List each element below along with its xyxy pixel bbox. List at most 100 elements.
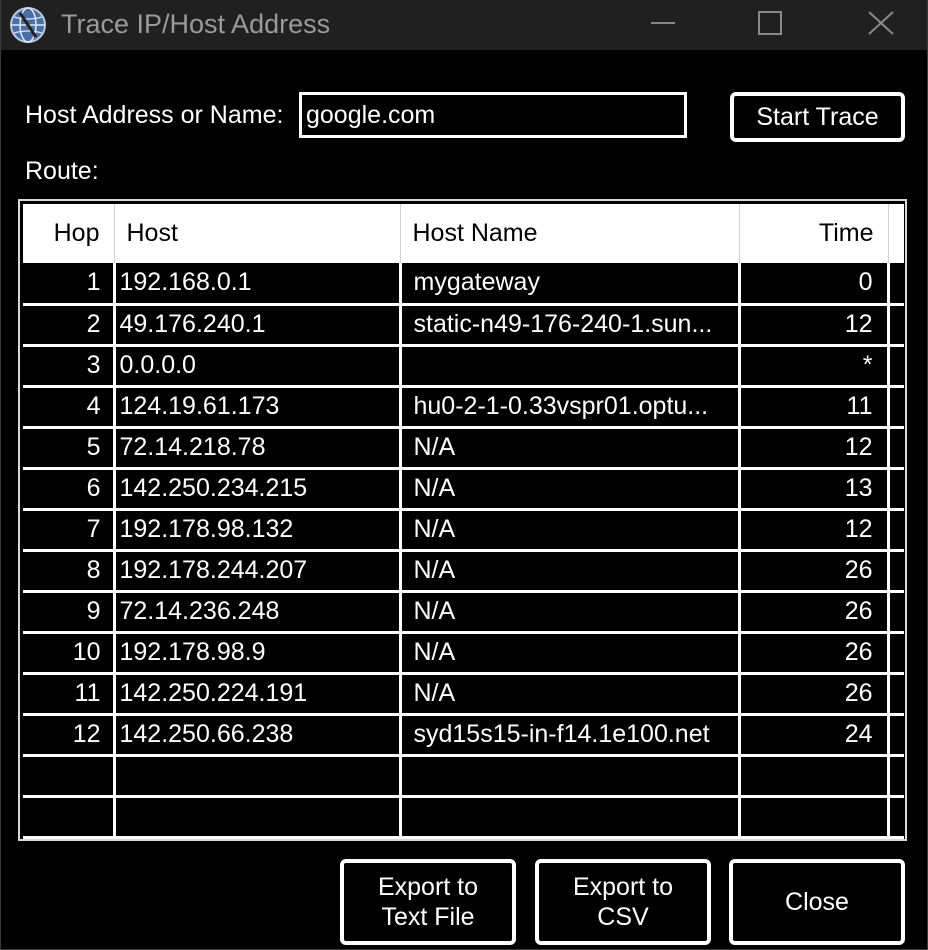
table-row[interactable]: 1 192.168.0.1 mygateway 0: [23, 263, 904, 306]
row-filler: [888, 714, 904, 757]
empty-cell: [23, 755, 116, 798]
hop-cell: 1: [23, 263, 116, 306]
row-filler: [888, 427, 904, 470]
host-cell: 49.176.240.1: [114, 304, 402, 347]
row-filler: [888, 591, 904, 634]
host-name-cell: N/A: [400, 591, 741, 634]
close-icon[interactable]: [841, 0, 921, 50]
export-text-file-button[interactable]: Export to Text File: [340, 859, 516, 945]
hop-cell: 6: [23, 468, 116, 511]
empty-cell: [114, 755, 402, 798]
table-row[interactable]: 9 72.14.236.248 N/A 26: [23, 591, 904, 634]
table-row[interactable]: 3 0.0.0.0 *: [23, 345, 904, 388]
time-cell: 0: [739, 263, 890, 306]
route-label: Route:: [25, 157, 99, 185]
table-header-row: Hop Host Host Name Time: [23, 204, 904, 263]
host-name-cell: N/A: [400, 632, 741, 675]
time-cell: 24: [739, 714, 890, 757]
title-bar[interactable]: Trace IP/Host Address: [1, 0, 927, 50]
route-table-grid: Hop Host Host Name Time 1 192.168.0.1 myga…: [23, 204, 904, 839]
host-name-cell: N/A: [400, 509, 741, 552]
host-cell: 124.19.61.173: [114, 386, 402, 429]
host-name-cell: hu0-2-1-0.33vspr01.optu...: [400, 386, 741, 429]
row-filler: [888, 345, 904, 388]
table-row[interactable]: 6 142.250.234.215 N/A 13: [23, 468, 904, 511]
column-header-host[interactable]: Host: [114, 204, 401, 263]
host-cell: 72.14.236.248: [114, 591, 402, 634]
host-cell: 142.250.224.191: [114, 673, 402, 716]
empty-cell: [23, 796, 116, 839]
empty-table-row: [23, 796, 904, 839]
host-address-input[interactable]: [299, 92, 687, 138]
hop-cell: 3: [23, 345, 116, 388]
host-name-cell: mygateway: [400, 263, 741, 306]
host-cell: 192.178.98.132: [114, 509, 402, 552]
empty-cell: [400, 755, 741, 798]
host-cell: 142.250.66.238: [114, 714, 402, 757]
maximize-icon[interactable]: [731, 0, 811, 50]
start-trace-button[interactable]: Start Trace: [730, 92, 905, 142]
minimize-icon[interactable]: [623, 0, 703, 50]
row-filler: [888, 304, 904, 347]
host-name-cell: N/A: [400, 550, 741, 593]
hop-cell: 10: [23, 632, 116, 675]
trace-window: Trace IP/Host Address Host Address or Na…: [0, 0, 928, 950]
window-title: Trace IP/Host Address: [61, 9, 331, 39]
time-cell: 13: [739, 468, 890, 511]
hop-cell: 11: [23, 673, 116, 716]
table-row[interactable]: 2 49.176.240.1 static-n49-176-240-1.sun...…: [23, 304, 904, 347]
table-row[interactable]: 10 192.178.98.9 N/A 26: [23, 632, 904, 675]
host-address-label: Host Address or Name:: [25, 101, 284, 129]
host-name-cell: N/A: [400, 427, 741, 470]
table-row[interactable]: 11 142.250.224.191 N/A 26: [23, 673, 904, 716]
column-header-time[interactable]: Time: [739, 204, 889, 263]
empty-cell: [888, 796, 904, 839]
host-name-cell: N/A: [400, 468, 741, 511]
hop-cell: 2: [23, 304, 116, 347]
row-filler: [888, 386, 904, 429]
time-cell: 12: [739, 304, 890, 347]
route-table-body: 1 192.168.0.1 mygateway 0 2 49.176.240.1 stati…: [23, 263, 904, 839]
host-name-cell: syd15s15-in-f14.1e100.net: [400, 714, 741, 757]
row-filler: [888, 468, 904, 511]
host-cell: 142.250.234.215: [114, 468, 402, 511]
host-name-cell: N/A: [400, 673, 741, 716]
empty-cell: [739, 755, 890, 798]
time-cell: 26: [739, 591, 890, 634]
time-cell: 26: [739, 632, 890, 675]
host-cell: 192.178.244.207: [114, 550, 402, 593]
network-globe-icon: [8, 5, 48, 45]
host-cell: 192.178.98.9: [114, 632, 402, 675]
row-filler: [888, 550, 904, 593]
host-name-cell: [400, 345, 741, 388]
time-cell: 12: [739, 427, 890, 470]
table-row[interactable]: 8 192.178.244.207 N/A 26: [23, 550, 904, 593]
row-filler: [888, 509, 904, 552]
time-cell: 12: [739, 509, 890, 552]
host-cell: 0.0.0.0: [114, 345, 402, 388]
hop-cell: 8: [23, 550, 116, 593]
table-row[interactable]: 7 192.178.98.132 N/A 12: [23, 509, 904, 552]
time-cell: 26: [739, 550, 890, 593]
table-row[interactable]: 12 142.250.66.238 syd15s15-in-f14.1e100.ne…: [23, 714, 904, 757]
hop-cell: 9: [23, 591, 116, 634]
close-button[interactable]: Close: [729, 859, 905, 945]
hop-cell: 7: [23, 509, 116, 552]
row-filler: [888, 263, 904, 306]
empty-cell: [400, 796, 741, 839]
column-header-host-name[interactable]: Host Name: [400, 204, 740, 263]
route-table[interactable]: Hop Host Host Name Time 1 192.168.0.1 myga…: [18, 199, 907, 841]
empty-cell: [739, 796, 890, 839]
table-row[interactable]: 5 72.14.218.78 N/A 12: [23, 427, 904, 470]
column-header-hop[interactable]: Hop: [23, 204, 115, 263]
table-row[interactable]: 4 124.19.61.173 hu0-2-1-0.33vspr01.optu...…: [23, 386, 904, 429]
empty-cell: [888, 755, 904, 798]
export-csv-button[interactable]: Export to CSV: [535, 859, 711, 945]
row-filler: [888, 632, 904, 675]
time-cell: *: [739, 345, 890, 388]
host-cell: 72.14.218.78: [114, 427, 402, 470]
column-header-filler: [888, 204, 904, 263]
empty-cell: [114, 796, 402, 839]
hop-cell: 4: [23, 386, 116, 429]
time-cell: 26: [739, 673, 890, 716]
